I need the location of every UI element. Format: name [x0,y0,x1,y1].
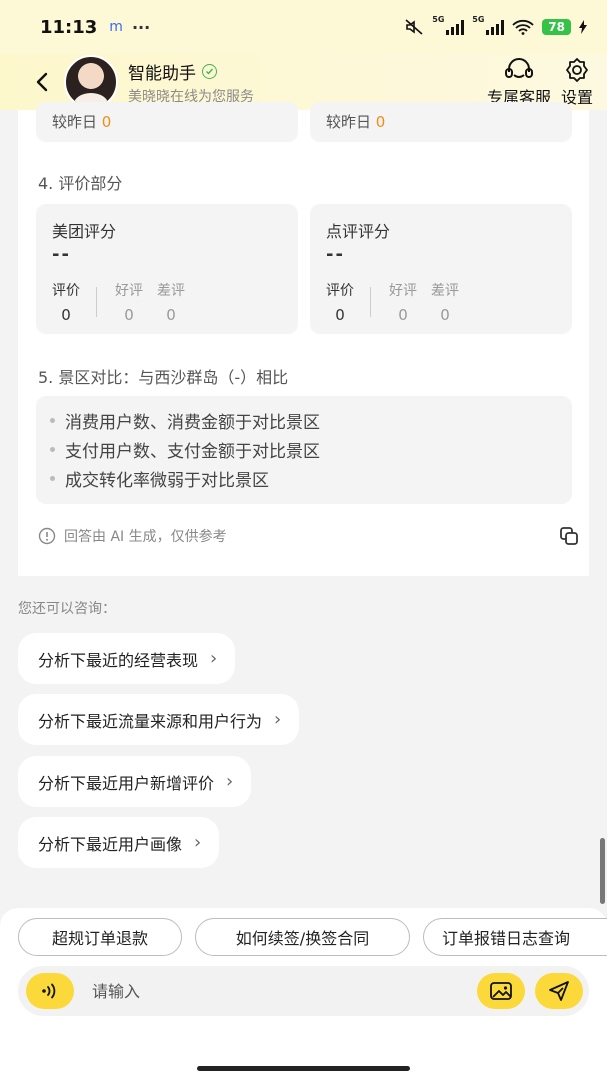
image-icon [490,982,512,1000]
suggestion-text: 分析下最近流量来源和用户行为 [38,711,263,731]
send-button[interactable] [535,973,583,1009]
settings-button[interactable]: 设置 [561,57,593,108]
chevron-right-icon: › [194,832,202,853]
compare-value: 0 [375,113,386,131]
quick-chip[interactable]: 超规订单退款 [18,918,182,956]
status-bar: 11:13 m ··· 5G 5G 78 [0,0,607,54]
battery-icon: 78 [542,19,571,35]
suggestion-chip[interactable]: 分析下最近用户画像 › [18,817,220,868]
assistant-title-block: 智能助手 美晓晓在线为您服务 [128,59,254,106]
copy-icon [560,527,578,545]
section-title-ratings: 4. 评价部分 [38,174,123,193]
bottom-input-area: 超规订单退款 如何续签/换签合同 订单报错日志查询 [0,908,607,1080]
rating-score: -- [52,244,71,265]
eval-count: 0 [335,306,345,324]
divider [96,287,97,317]
ai-disclaimer: 回答由 AI 生成，仅供参考 [38,526,227,546]
send-icon [549,981,569,1001]
chevron-right-icon: › [274,709,282,730]
wifi-icon [512,19,534,35]
bad-label: 差评 [431,283,459,299]
voice-wave-icon [42,983,56,999]
suggestion-chip[interactable]: 分析下最近用户新增评价 › [18,756,252,807]
meituan-rating-card: 美团评分 -- 评价 0 好评 0 差评 0 [36,204,298,334]
assistant-name: 智能助手 [128,63,196,84]
eval-count: 0 [61,306,71,324]
eval-label: 评价 [52,283,80,299]
bad-count: 0 [440,306,450,324]
compare-list: 消费用户数、消费金额于对比景区 支付用户数、支付金额于对比景区 成交转化率微弱于… [36,396,572,493]
voice-button[interactable] [26,973,74,1009]
headset-icon [504,57,533,78]
compare-value: 0 [101,113,112,131]
suggestion-chip[interactable]: 分析下最近流量来源和用户行为 › [18,694,300,745]
suggestion-text: 分析下最近用户新增评价 [38,773,215,793]
signal-icon-1: 5G [432,15,465,35]
good-count: 0 [124,306,134,324]
suggestion-text: 分析下最近的经营表现 [38,650,199,670]
rating-source-name: 美团评分 [52,222,117,241]
message-input[interactable] [92,981,452,1001]
ai-answer-card: 较昨日 0 较昨日 0 4. 评价部分 美团评分 -- 评价 0 好评 0 差评 0 … [18,102,589,576]
compare-item: 成交转化率微弱于对比景区 [50,464,572,493]
verified-check-icon [202,63,217,79]
bad-label: 差评 [157,283,185,299]
status-time: 11:13 [40,16,98,38]
gear-icon [566,57,588,82]
compare-label: 较昨日 [326,113,372,131]
chevron-right-icon: › [226,771,234,792]
notification-app-icon: m [109,19,124,35]
quick-chip[interactable]: 订单报错日志查询 [423,918,607,956]
consult-label: 您还可以咨询： [18,601,116,617]
avatar[interactable] [64,55,118,109]
suggestion-text: 分析下最近用户画像 [38,834,183,854]
prev-metric-card-left: 较昨日 0 [36,102,298,142]
charging-icon [579,20,587,34]
chevron-right-icon: › [210,648,218,669]
rating-source-name: 点评评分 [326,222,391,241]
good-count: 0 [398,306,408,324]
good-label: 好评 [389,283,417,299]
good-label: 好评 [115,283,143,299]
input-bar [18,966,589,1016]
info-icon [38,527,56,545]
dianping-rating-card: 点评评分 -- 评价 0 好评 0 差评 0 [310,204,572,334]
suggestion-chip[interactable]: 分析下最近的经营表现 › [18,633,236,684]
disclaimer-text: 回答由 AI 生成，仅供参考 [64,529,227,545]
compare-box: 消费用户数、消费金额于对比景区 支付用户数、支付金额于对比景区 成交转化率微弱于… [36,396,572,504]
divider [370,287,371,317]
customer-service-button[interactable]: 专属客服 [487,57,551,108]
image-button[interactable] [477,973,525,1009]
bad-count: 0 [166,306,176,324]
quick-chip[interactable]: 如何续签/换签合同 [195,918,410,956]
compare-item: 消费用户数、消费金额于对比景区 [50,406,572,435]
compare-label: 较昨日 [52,113,98,131]
mute-icon [405,19,423,35]
compare-item: 支付用户数、支付金额于对比景区 [50,435,572,464]
rating-score: -- [326,244,345,265]
eval-label: 评价 [326,283,354,299]
prev-metric-card-right: 较昨日 0 [310,102,572,142]
header-actions: 专属客服 设置 [487,57,593,108]
signal-icon-2: 5G [472,15,505,35]
home-indicator[interactable] [197,1066,410,1071]
chevron-left-icon [36,72,48,92]
scrollbar[interactable] [600,838,605,904]
status-indicators: 5G 5G 78 [404,15,587,35]
section-title-compare: 5. 景区对比：与西沙群岛（-）相比 [38,368,289,387]
back-button[interactable] [22,62,62,102]
copy-button[interactable] [557,524,581,548]
more-notifications-icon: ··· [131,17,151,37]
